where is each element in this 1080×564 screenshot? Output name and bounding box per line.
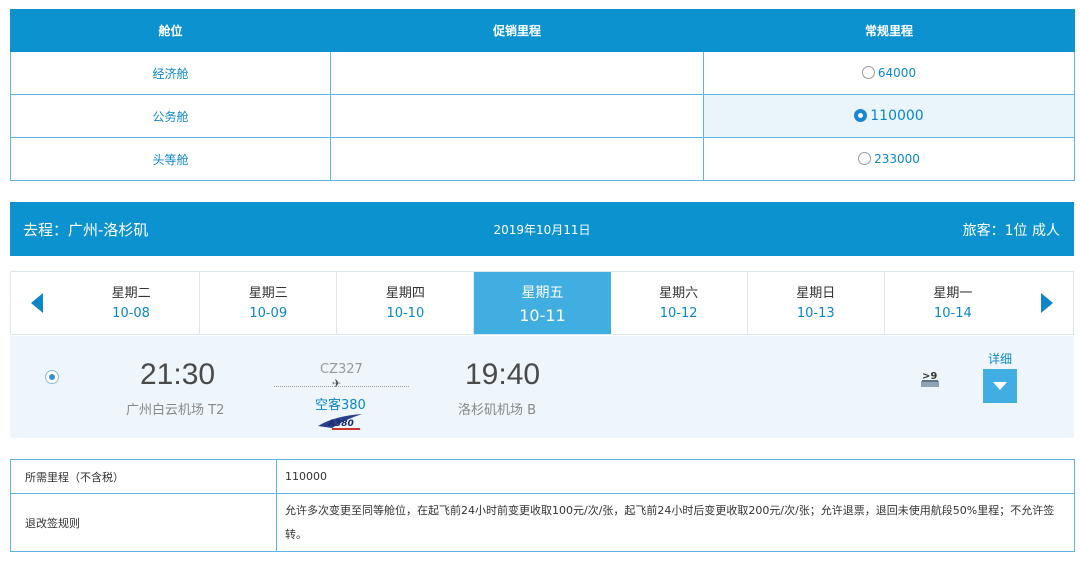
date-label: 10-10 — [386, 306, 425, 321]
cabin-name: 头等舱 — [10, 137, 331, 181]
expand-details-button[interactable] — [983, 369, 1017, 403]
table-row: 所需里程（不含税） 110000 — [10, 459, 1075, 494]
header-promo-mileage: 促销里程 — [330, 9, 704, 52]
next-dates-button[interactable] — [1021, 272, 1073, 334]
cabin-mileage-table: 舱位 促销里程 常规里程 经济舱 64000 公务舱 110000 头等舱 23… — [10, 9, 1075, 181]
weekday-label: 星期五 — [521, 285, 564, 301]
flight-number: CZ327 — [320, 362, 363, 377]
required-mileage-label: 所需里程（不含税） — [10, 459, 277, 494]
date-label: 10-13 — [796, 306, 835, 321]
date-label: 10-12 — [659, 306, 698, 321]
radio-button[interactable] — [858, 152, 872, 165]
arrival-time: 19:40 — [465, 358, 541, 391]
radio-button-selected[interactable] — [854, 109, 868, 122]
promo-mileage — [330, 137, 704, 181]
flight-option-row: 21:30 广州白云机场 T2 CZ327 ✈ 空客380 A380 19:40… — [10, 336, 1074, 438]
date-label: 10-08 — [112, 306, 150, 321]
date-label: 10-11 — [519, 306, 566, 325]
seat-count: >9 — [922, 371, 938, 382]
promo-mileage — [330, 51, 704, 95]
table-row: 公务舱 110000 — [10, 94, 1075, 138]
date-label: 10-09 — [249, 306, 288, 321]
prev-dates-button[interactable] — [11, 272, 63, 334]
header-cabin: 舱位 — [10, 9, 331, 52]
mileage-value: 110000 — [870, 108, 924, 124]
weekday-label: 星期六 — [659, 286, 699, 301]
promo-mileage — [330, 94, 704, 138]
radio-button[interactable] — [861, 66, 875, 79]
date-tab-active[interactable]: 星期五 10-11 — [474, 272, 611, 334]
date-tab[interactable]: 星期一 10-14 — [885, 272, 1021, 334]
date-tab[interactable]: 星期四 10-10 — [337, 272, 475, 334]
cabin-name: 经济舱 — [10, 51, 331, 95]
header-regular-mileage: 常规里程 — [703, 9, 1075, 52]
arrival-airport: 洛杉矶机场 B — [458, 403, 537, 418]
weekday-label: 星期日 — [796, 286, 836, 301]
passenger-count: 旅客：1位 成人 — [962, 223, 1060, 239]
change-rules-label: 退改签规则 — [10, 493, 277, 552]
fare-rules-table: 所需里程（不含税） 110000 退改签规则 允许多次变更至同等舱位，在起飞前2… — [10, 459, 1075, 552]
departure-time: 21:30 — [140, 358, 216, 391]
a380-logo-icon: A380 — [318, 414, 362, 430]
detail-link[interactable]: 详细 — [988, 350, 1012, 367]
date-selector: 星期二 10-08 星期三 10-09 星期四 10-10 星期五 10-11 … — [10, 271, 1074, 335]
route-date: 2019年10月11日 — [493, 223, 591, 237]
date-tab[interactable]: 星期日 10-13 — [748, 272, 885, 334]
flight-select-radio[interactable] — [45, 370, 59, 384]
table-row: 经济舱 64000 — [10, 51, 1075, 95]
flight-divider — [274, 386, 409, 387]
weekday-label: 星期二 — [111, 286, 151, 301]
cabin-table-header: 舱位 促销里程 常规里程 — [10, 9, 1075, 52]
departure-airport: 广州白云机场 T2 — [126, 403, 225, 418]
regular-mileage-option[interactable]: 233000 — [703, 137, 1075, 181]
weekday-label: 星期三 — [248, 286, 288, 301]
date-tab[interactable]: 星期二 10-08 — [63, 272, 201, 334]
route-header-bar: 去程：广州-洛杉矶 2019年10月11日 旅客：1位 成人 — [10, 202, 1074, 256]
weekday-label: 星期四 — [385, 286, 425, 301]
mileage-value: 64000 — [877, 66, 917, 80]
date-tab[interactable]: 星期三 10-09 — [200, 272, 338, 334]
regular-mileage-option[interactable]: 110000 — [703, 94, 1075, 138]
table-row: 头等舱 233000 — [10, 137, 1075, 181]
date-label: 10-14 — [934, 306, 972, 321]
seat-availability-badge: >9 — [920, 371, 940, 389]
change-rules-value: 允许多次变更至同等舱位，在起飞前24小时前变更收取100元/次/张，起飞前24小… — [276, 493, 1075, 552]
table-row: 退改签规则 允许多次变更至同等舱位，在起飞前24小时前变更收取100元/次/张，… — [10, 493, 1075, 552]
svg-text:A380: A380 — [327, 419, 354, 429]
chevron-right-icon — [1040, 293, 1053, 313]
weekday-label: 星期一 — [933, 286, 973, 301]
date-tab[interactable]: 星期六 10-12 — [611, 272, 748, 334]
cabin-name: 公务舱 — [10, 94, 331, 138]
required-mileage-value: 110000 — [276, 459, 1075, 494]
aircraft-type-link[interactable]: 空客380 — [315, 394, 366, 413]
regular-mileage-option[interactable]: 64000 — [703, 51, 1075, 95]
mileage-value: 233000 — [874, 152, 920, 166]
plane-icon: ✈ — [332, 377, 342, 390]
chevron-left-icon — [31, 293, 43, 313]
chevron-down-icon — [993, 382, 1007, 390]
